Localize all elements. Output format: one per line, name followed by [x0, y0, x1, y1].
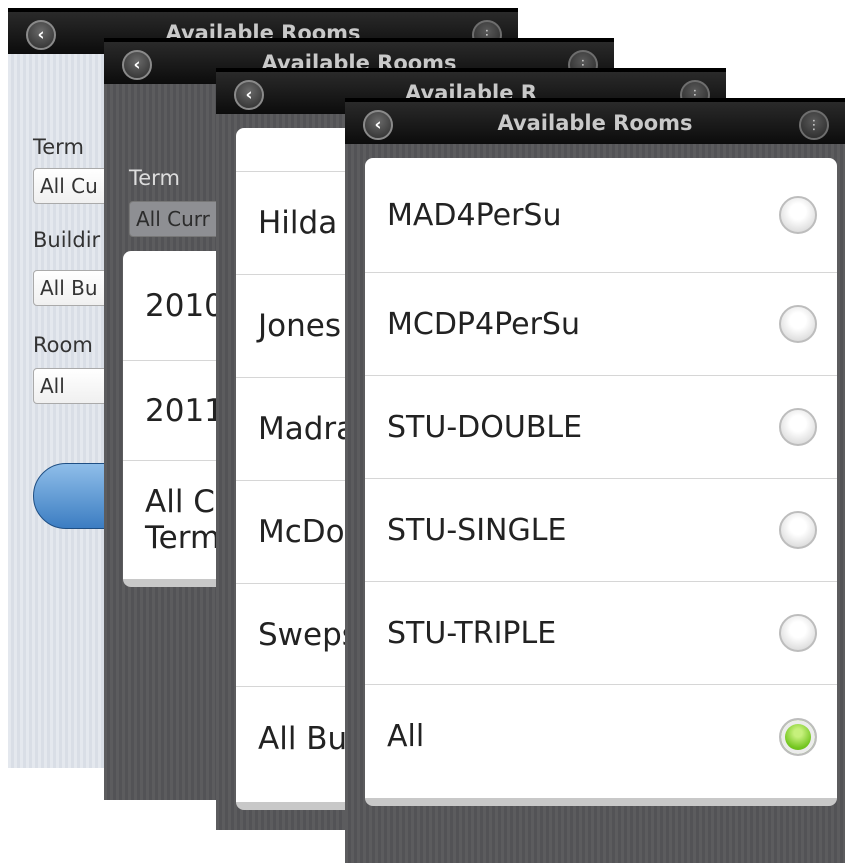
title-bar: ‹ Available Rooms ⋮	[345, 98, 845, 144]
back-arrow-icon[interactable]: ‹	[234, 80, 264, 110]
building-option-label: All Bu	[258, 720, 348, 757]
term-option-label: All C	[145, 484, 215, 520]
back-arrow-icon[interactable]: ‹	[122, 50, 152, 80]
radio-icon[interactable]	[779, 305, 817, 343]
screen-room-picker: ‹ Available Rooms ⋮ MAD4PerSu MCDP4PerSu…	[345, 98, 845, 863]
back-arrow-icon[interactable]: ‹	[26, 20, 56, 50]
building-option-label: Madra	[258, 411, 356, 447]
radio-icon[interactable]	[779, 196, 817, 234]
building-option-label: Hilda	[258, 205, 338, 241]
room-option-label: All	[387, 719, 425, 754]
term-label: Term	[33, 135, 84, 159]
room-option-label: STU-TRIPLE	[387, 615, 557, 651]
room-option-label: MAD4PerSu	[387, 197, 562, 233]
radio-icon[interactable]	[779, 408, 817, 446]
room-option-label: STU-DOUBLE	[387, 409, 583, 445]
room-option-label: STU-SINGLE	[387, 512, 567, 548]
term-option-label: 2010	[145, 287, 224, 324]
building-option-label: Sweps	[258, 617, 358, 653]
room-option[interactable]: MAD4PerSu	[365, 158, 837, 273]
room-option[interactable]: STU-DOUBLE	[365, 376, 837, 479]
term-label: Term	[129, 166, 180, 190]
term-option-label-line2: Term	[145, 520, 221, 556]
room-label: Room	[33, 333, 93, 357]
radio-icon[interactable]	[779, 511, 817, 549]
radio-selected-icon[interactable]	[779, 717, 817, 756]
term-option-label: 2011	[145, 392, 224, 429]
room-option[interactable]: STU-SINGLE	[365, 479, 837, 582]
page-title: Available Rooms	[497, 111, 693, 135]
room-option-label: MCDP4PerSu	[387, 306, 580, 342]
building-label: Buildir	[33, 228, 101, 252]
building-option-label: McDo	[258, 514, 345, 550]
room-option[interactable]: STU-TRIPLE	[365, 582, 837, 685]
building-option-label: Jones	[258, 308, 341, 344]
room-option[interactable]: All	[365, 685, 837, 788]
grid-icon[interactable]: ⋮	[799, 110, 829, 140]
room-options-popup: MAD4PerSu MCDP4PerSu STU-DOUBLE STU-SING…	[365, 158, 837, 806]
radio-icon[interactable]	[779, 614, 817, 652]
back-arrow-icon[interactable]: ‹	[363, 110, 393, 140]
room-option[interactable]: MCDP4PerSu	[365, 273, 837, 376]
